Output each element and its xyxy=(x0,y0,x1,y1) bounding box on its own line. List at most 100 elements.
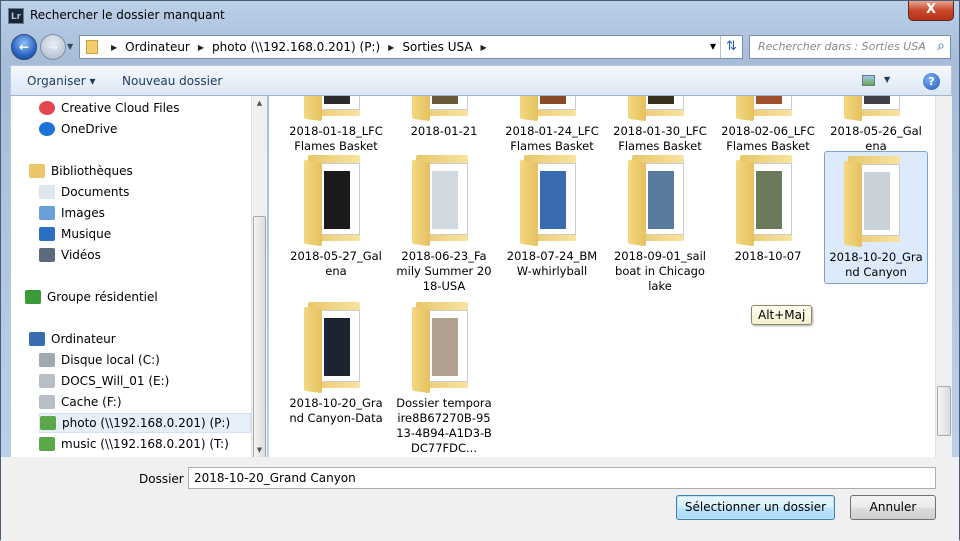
folder-item[interactable]: 2018-06-23_Family Summer 2018-USA xyxy=(392,151,496,297)
folder-icon xyxy=(520,96,584,122)
tooltip: Alt+Maj xyxy=(751,305,813,325)
drive-icon xyxy=(39,374,55,388)
back-button[interactable]: ← xyxy=(11,34,37,60)
folder-name: 2018-10-07 xyxy=(734,249,802,263)
nav-item[interactable]: Groupe résidentiel xyxy=(25,287,251,307)
content-scroll-thumb[interactable] xyxy=(937,386,951,436)
nav-item[interactable]: Disque local (C:) xyxy=(39,350,251,370)
nav-item[interactable]: Musique xyxy=(39,224,251,244)
folder-item[interactable]: Dossier temporaire8B67270B-9513-4B94-A1D… xyxy=(392,298,496,457)
folder-item[interactable]: 2018-09-01_sailboat in Chicago lake xyxy=(608,151,712,297)
scroll-up-icon[interactable]: ▲ xyxy=(252,96,267,110)
folder-name: Dossier temporaire8B67270B-9513-4B94-A1D… xyxy=(396,396,492,455)
dialog-window: Lr Rechercher le dossier manquant X ← → … xyxy=(0,0,960,541)
search-input[interactable]: Rechercher dans : Sorties USA ⌕ xyxy=(749,35,951,59)
nav-item[interactable]: music (\\192.168.0.201) (T:) xyxy=(39,434,251,454)
folder-icon xyxy=(304,151,368,247)
folder-label: Dossier : xyxy=(139,472,192,486)
folder-icon xyxy=(736,151,800,247)
documents-icon xyxy=(39,185,55,199)
nav-scrollbar[interactable]: ▲ ▼ xyxy=(251,96,267,491)
nav-item-label: Disque local (C:) xyxy=(61,353,160,367)
search-icon[interactable]: ⌕ xyxy=(937,38,945,54)
nav-item-label: Images xyxy=(61,206,105,220)
new-folder-button[interactable]: Nouveau dossier xyxy=(122,74,222,88)
change-view-icon[interactable] xyxy=(862,75,875,86)
folder-item[interactable]: 2018-05-26_Galena xyxy=(824,96,928,157)
nav-item[interactable]: Bibliothèques xyxy=(29,161,251,181)
folder-icon xyxy=(520,151,584,247)
refresh-icon[interactable]: ⇅ xyxy=(720,36,742,58)
nav-item-label: Musique xyxy=(61,227,112,241)
folder-icon xyxy=(304,96,368,122)
scroll-down-icon[interactable]: ▼ xyxy=(252,443,267,457)
music-icon xyxy=(39,227,55,241)
nav-item-label: Documents xyxy=(61,185,130,199)
folder-icon xyxy=(628,96,692,122)
nav-item[interactable]: Cache (F:) xyxy=(39,392,251,412)
address-dropdown-icon[interactable]: ▼ xyxy=(710,42,716,51)
folder-icon xyxy=(628,151,692,247)
libraries-icon xyxy=(29,164,45,178)
folder-item[interactable]: 2018-02-06_LFC Flames Basket xyxy=(716,96,820,157)
folder-name: 2018-01-24_LFC Flames Basket xyxy=(505,124,599,153)
cancel-button[interactable]: Annuler xyxy=(850,495,936,520)
view-dropdown-icon[interactable]: ▼ xyxy=(884,75,890,84)
computer-icon xyxy=(29,332,45,346)
breadcrumb-computer[interactable]: Ordinateur xyxy=(125,40,190,54)
folder-item[interactable]: 2018-01-18_LFC Flames Basket xyxy=(284,96,388,157)
folder-icon xyxy=(86,40,98,54)
folder-name: 2018-05-27_Galena xyxy=(290,249,382,278)
folder-item[interactable]: 2018-10-20_Grand Canyon-Data xyxy=(284,298,388,429)
footer: Dossier : 2018-10-20_Grand Canyon Sélect… xyxy=(1,457,959,541)
folder-item[interactable]: 2018-07-24_BMW-whirlyball xyxy=(500,151,604,282)
folder-item[interactable]: 2018-01-30_LFC Flames Basket xyxy=(608,96,712,157)
onedrive-icon xyxy=(39,122,55,136)
nav-item[interactable]: Creative Cloud Files xyxy=(39,98,251,118)
title-bar: Lr Rechercher le dossier manquant X xyxy=(1,1,960,31)
videos-icon xyxy=(39,248,55,262)
folder-item[interactable]: 2018-01-24_LFC Flames Basket xyxy=(500,96,604,157)
breadcrumb-sorties-usa[interactable]: Sorties USA xyxy=(402,40,472,54)
nav-item-label: photo (\\192.168.0.201) (P:) xyxy=(62,416,231,430)
network-drive-icon xyxy=(40,416,56,430)
window-title: Rechercher le dossier manquant xyxy=(30,8,225,22)
nav-item[interactable]: Documents xyxy=(39,182,251,202)
folder-name: 2018-09-01_sailboat in Chicago lake xyxy=(613,249,706,293)
nav-item[interactable]: photo (\\192.168.0.201) (P:) xyxy=(39,413,251,433)
organize-button[interactable]: Organiser ▾ xyxy=(27,74,95,88)
folder-item[interactable]: 2018-05-27_Galena xyxy=(284,151,388,282)
nav-item-label: Bibliothèques xyxy=(51,164,133,178)
nav-item-label: Groupe résidentiel xyxy=(47,290,158,304)
folder-name: 2018-02-06_LFC Flames Basket xyxy=(721,124,815,153)
history-dropdown-icon[interactable]: ▼ xyxy=(67,42,73,51)
folder-name: 2018-10-20_Grand Canyon xyxy=(829,250,923,279)
nav-item[interactable]: OneDrive xyxy=(39,119,251,139)
close-button[interactable]: X xyxy=(908,1,954,21)
folder-name: 2018-01-21 xyxy=(410,124,478,138)
folder-icon xyxy=(844,96,908,122)
address-bar[interactable]: ▶ Ordinateur ▶ photo (\\192.168.0.201) (P:… xyxy=(79,35,743,59)
navigation-pane: Creative Cloud Files OneDrive Bibliothèque… xyxy=(10,96,267,457)
folder-item[interactable]: 2018-01-21 xyxy=(392,96,496,142)
nav-item[interactable]: Images xyxy=(39,203,251,223)
content-scrollbar[interactable] xyxy=(935,96,952,457)
folder-name: 2018-05-26_Galena xyxy=(830,124,922,153)
creative-cloud-icon xyxy=(39,101,55,115)
folder-icon xyxy=(736,96,800,122)
forward-button[interactable]: → xyxy=(40,34,66,60)
nav-item-label: DOCS_Will_01 (E:) xyxy=(61,374,170,388)
nav-item[interactable]: Ordinateur xyxy=(29,329,251,349)
nav-item-label: Creative Cloud Files xyxy=(61,101,180,115)
nav-item[interactable]: Vidéos xyxy=(39,245,251,265)
homegroup-icon xyxy=(25,290,41,304)
folder-input[interactable]: 2018-10-20_Grand Canyon xyxy=(188,467,936,489)
folder-item[interactable]: 2018-10-20_Grand Canyon xyxy=(824,151,928,284)
select-folder-button[interactable]: Sélectionner un dossier xyxy=(676,495,835,520)
folder-name: 2018-10-20_Grand Canyon-Data xyxy=(289,396,383,425)
help-icon[interactable]: ? xyxy=(923,73,940,90)
folder-item[interactable]: 2018-10-07 xyxy=(716,151,820,267)
nav-item[interactable]: DOCS_Will_01 (E:) xyxy=(39,371,251,391)
toolbar: Organiser ▾ Nouveau dossier ▼ ? xyxy=(10,65,952,96)
breadcrumb-photo-drive[interactable]: photo (\\192.168.0.201) (P:) xyxy=(212,40,380,54)
